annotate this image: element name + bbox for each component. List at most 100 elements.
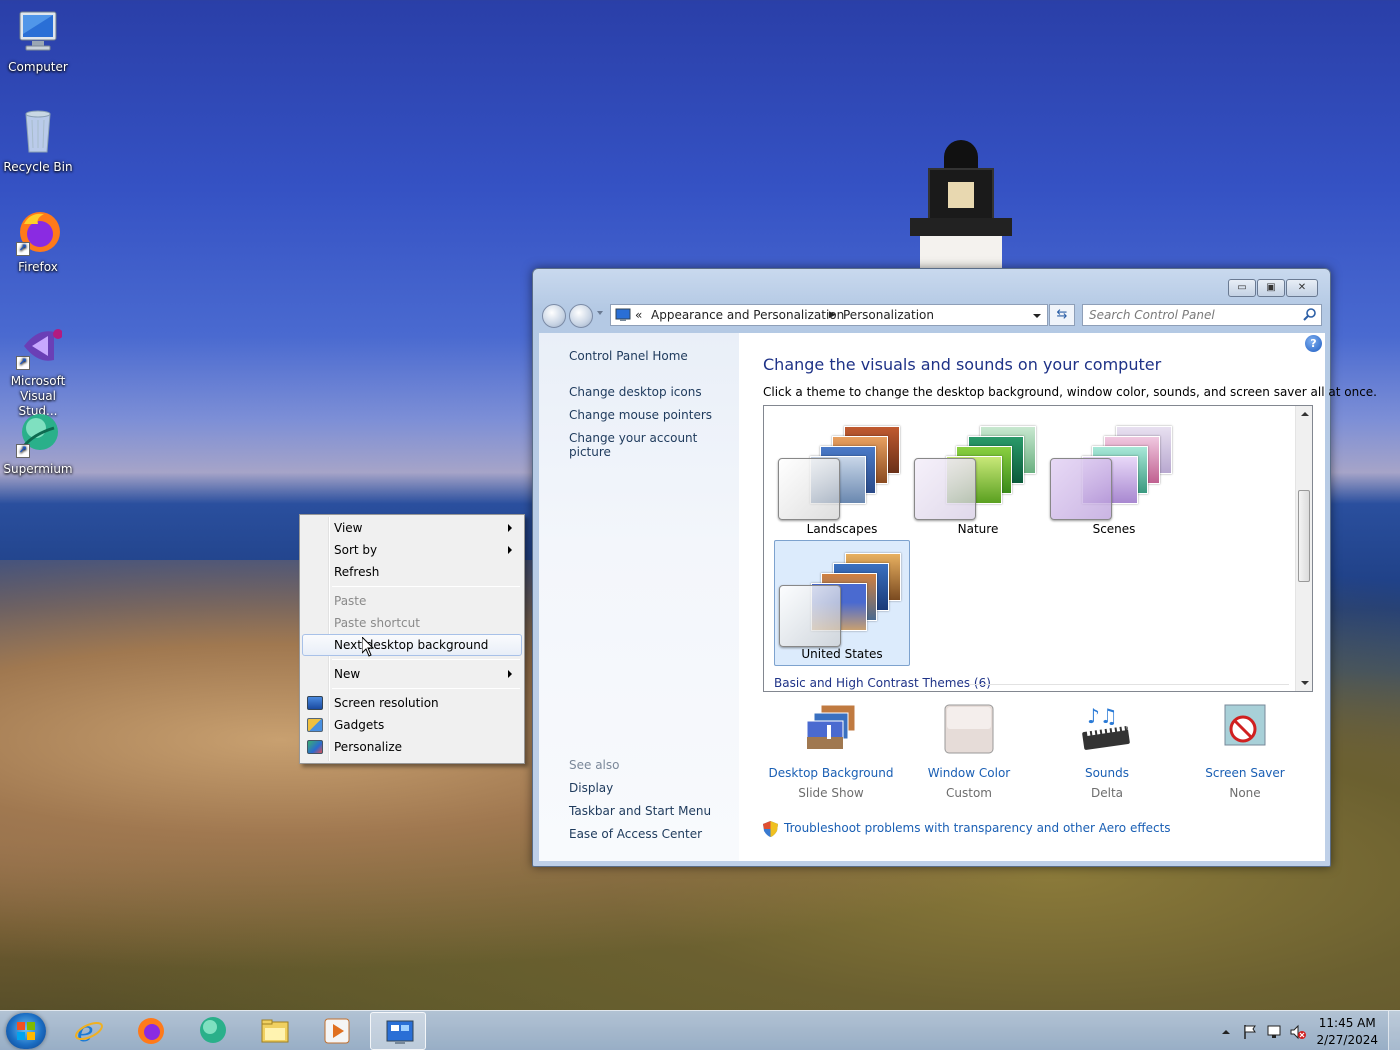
desktop-icon-firefox[interactable]: ↗ Firefox — [0, 208, 76, 275]
volume-muted-icon[interactable] — [1290, 1024, 1306, 1040]
theme-name: United States — [801, 647, 883, 661]
internet-explorer-icon: e — [75, 1016, 103, 1046]
desktop-icon-supermium[interactable]: ↗ Supermium — [0, 410, 76, 477]
option-label[interactable]: Window Color — [899, 763, 1039, 783]
theme-list: Landscapes Nature Scenes United States B… — [763, 405, 1313, 692]
desktop-icon-visual-studio[interactable]: ↗ Microsoft Visual Stud... — [0, 322, 76, 419]
menu-item-next-desktop-background[interactable]: Next desktop background — [302, 634, 522, 656]
desktop-wallpaper-lighthouse — [906, 140, 1016, 276]
screen-saver-option[interactable]: Screen Saver None — [1175, 703, 1315, 803]
option-label[interactable]: Screen Saver — [1175, 763, 1315, 783]
taskbar-file-explorer[interactable] — [246, 1012, 302, 1050]
mouse-cursor-icon — [361, 635, 375, 657]
search-icon[interactable] — [1303, 307, 1317, 321]
theme-nature[interactable]: Nature — [910, 414, 1046, 540]
supermium-icon: ↗ — [14, 410, 62, 458]
sounds-icon: ♪♫ — [1079, 703, 1135, 759]
menu-item-screen-resolution[interactable]: Screen resolution — [302, 692, 522, 714]
change-desktop-icons-link[interactable]: Change desktop icons — [569, 385, 702, 399]
desktop-icon-recycle-bin[interactable]: Recycle Bin — [0, 108, 76, 175]
troubleshoot-aero-link[interactable]: Troubleshoot problems with transparency … — [763, 821, 1171, 837]
menu-item-paste: Paste — [302, 590, 522, 612]
show-desktop-button[interactable] — [1388, 1011, 1400, 1050]
recent-pages-dropdown-icon[interactable] — [597, 311, 603, 315]
windows-logo-icon — [17, 1022, 35, 1040]
theme-scenes[interactable]: Scenes — [1046, 414, 1182, 540]
window-color-option[interactable]: Window Color Custom — [899, 703, 1039, 803]
submenu-arrow-icon — [508, 670, 512, 678]
display-link[interactable]: Display — [569, 781, 613, 795]
taskbar-firefox[interactable] — [122, 1012, 178, 1050]
maximize-button[interactable]: ▣ — [1257, 279, 1285, 297]
menu-item-view[interactable]: View — [302, 517, 522, 539]
address-dropdown-icon[interactable] — [1033, 314, 1041, 318]
address-bar[interactable]: « Appearance and Personalization ▶ Perso… — [610, 304, 1048, 326]
window-color-swatch — [779, 585, 841, 647]
firefox-icon — [138, 1018, 164, 1044]
action-center-flag-icon[interactable] — [1242, 1024, 1258, 1040]
menu-separator — [332, 688, 520, 689]
option-label[interactable]: Desktop Background — [761, 763, 901, 783]
theme-landscapes[interactable]: Landscapes — [774, 414, 910, 540]
change-account-picture-link[interactable]: Change your account picture — [569, 431, 739, 459]
desktop-background-option[interactable]: Desktop Background Slide Show — [761, 703, 901, 803]
control-panel-home-link[interactable]: Control Panel Home — [569, 349, 688, 363]
option-label[interactable]: Sounds — [1037, 763, 1177, 783]
option-value: Slide Show — [798, 786, 864, 800]
taskbar-internet-explorer[interactable]: e — [60, 1012, 116, 1050]
forward-button[interactable] — [569, 304, 593, 328]
desktop-icon-computer[interactable]: Computer — [0, 8, 76, 75]
svg-text:♪♫: ♪♫ — [1087, 704, 1118, 728]
clock-date: 2/27/2024 — [1316, 1033, 1378, 1047]
close-button[interactable]: ✕ — [1286, 279, 1318, 297]
theme-list-scrollbar[interactable] — [1295, 406, 1312, 691]
media-player-icon — [324, 1018, 350, 1044]
ease-of-access-center-link[interactable]: Ease of Access Center — [569, 827, 702, 841]
breadcrumb-appearance-and-personalization[interactable]: Appearance and Personalization — [651, 308, 844, 322]
search-input[interactable] — [1082, 304, 1322, 326]
back-button[interactable] — [542, 304, 566, 328]
refresh-button[interactable]: ⇆ — [1049, 304, 1075, 326]
menu-item-new[interactable]: New — [302, 663, 522, 685]
taskbar-supermium[interactable] — [184, 1012, 240, 1050]
page-title: Change the visuals and sounds on your co… — [763, 355, 1162, 374]
sounds-option[interactable]: ♪♫ Sounds Delta — [1037, 703, 1177, 803]
help-icon[interactable]: ? — [1305, 335, 1322, 352]
network-icon[interactable] — [1266, 1024, 1282, 1040]
clock-time: 11:45 AM — [1318, 1016, 1376, 1030]
scrollbar-thumb[interactable] — [1298, 490, 1310, 582]
visual-studio-icon: ↗ — [14, 322, 63, 370]
theme-united-states[interactable]: United States — [774, 540, 910, 666]
menu-item-refresh[interactable]: Refresh — [302, 561, 522, 583]
menu-item-sort-by[interactable]: Sort by — [302, 539, 522, 561]
menu-separator — [332, 659, 520, 660]
menu-item-gadgets[interactable]: Gadgets — [302, 714, 522, 736]
scroll-down-icon[interactable] — [1301, 681, 1309, 685]
taskbar-media-player[interactable] — [308, 1012, 364, 1050]
minimize-button[interactable]: ▭ — [1228, 279, 1256, 297]
change-mouse-pointers-link[interactable]: Change mouse pointers — [569, 408, 712, 422]
start-button[interactable] — [6, 1013, 46, 1049]
menu-item-label: Gadgets — [334, 718, 385, 732]
personalization-window: ▭ ▣ ✕ « Appearance and Personalization ▶… — [532, 268, 1377, 867]
theme-name: Scenes — [1092, 522, 1136, 536]
address-root-chevron[interactable]: « — [635, 308, 642, 322]
breadcrumb-personalization[interactable]: Personalization — [843, 308, 934, 322]
menu-item-label: View — [334, 521, 363, 535]
window-color-icon — [941, 703, 997, 759]
group-divider — [969, 684, 1289, 685]
shield-icon — [763, 821, 778, 837]
taskbar-start-menu-link[interactable]: Taskbar and Start Menu — [569, 804, 711, 818]
breadcrumb-separator-icon[interactable]: ▶ — [829, 310, 836, 320]
menu-item-personalize[interactable]: Personalize — [302, 736, 522, 758]
basic-high-contrast-group-header[interactable]: Basic and High Contrast Themes (6) — [774, 676, 991, 690]
theme-name: Landscapes — [806, 522, 878, 536]
scroll-up-icon[interactable] — [1301, 412, 1309, 416]
troubleshoot-label[interactable]: Troubleshoot problems with transparency … — [784, 821, 1171, 835]
taskbar-control-panel[interactable] — [370, 1012, 426, 1050]
screen-saver-icon — [1217, 703, 1273, 759]
menu-separator — [332, 586, 520, 587]
close-icon: ✕ — [1297, 282, 1307, 293]
taskbar-clock[interactable]: 11:45 AM 2/27/2024 — [1316, 1015, 1378, 1049]
show-hidden-icons-icon[interactable] — [1218, 1024, 1234, 1040]
